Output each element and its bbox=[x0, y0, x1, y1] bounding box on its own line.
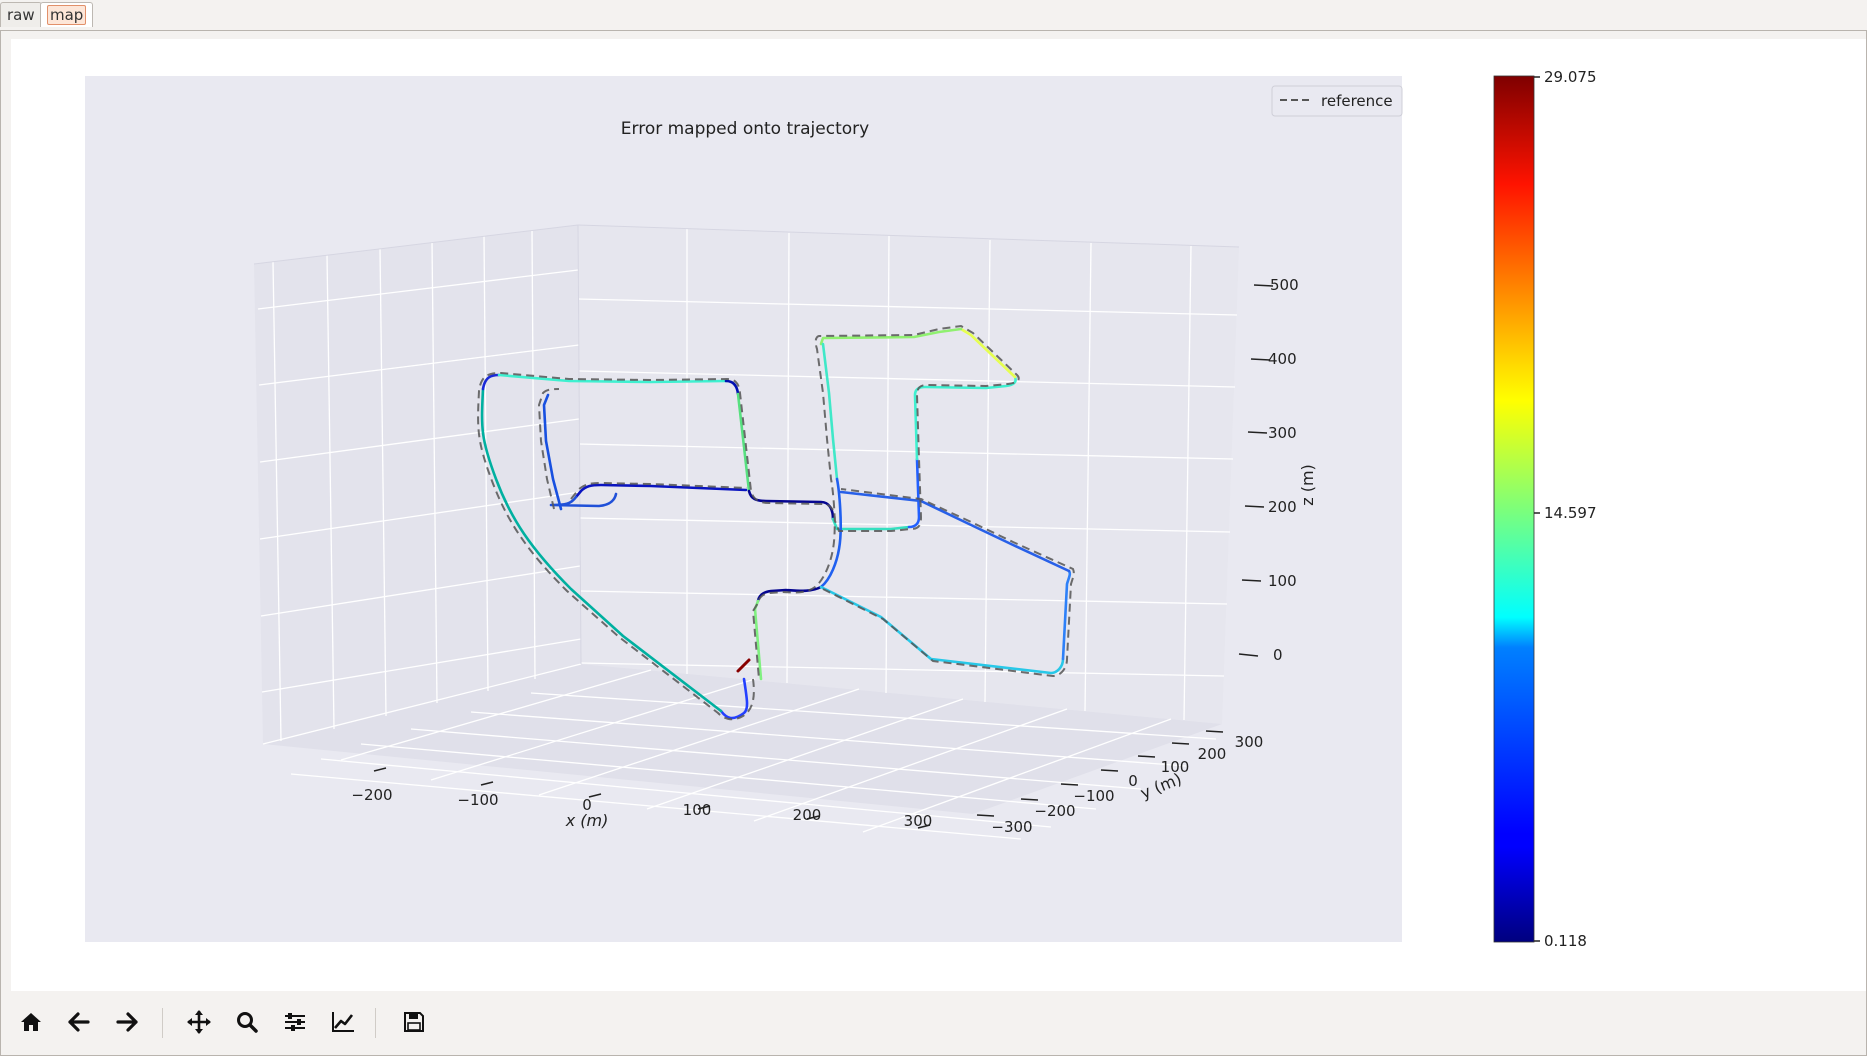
y-tick-label: −300 bbox=[991, 818, 1032, 836]
y-tick-label: 300 bbox=[1235, 733, 1264, 751]
z-tick-label: 0 bbox=[1273, 646, 1283, 664]
figure-canvas: −200 −100 0 100 200 300 x (m) −300 −200 … bbox=[11, 39, 1866, 991]
forward-button[interactable] bbox=[111, 1008, 143, 1036]
x-tick-label: 300 bbox=[904, 812, 933, 830]
pan-button[interactable] bbox=[183, 1008, 215, 1036]
home-icon bbox=[21, 1013, 41, 1031]
toolbar-separator bbox=[162, 1008, 163, 1038]
arrow-left-icon bbox=[68, 1012, 90, 1032]
z-tick-label: 300 bbox=[1268, 424, 1297, 442]
y-tick-label: 0 bbox=[1128, 772, 1138, 790]
tab-bar: raw map bbox=[0, 0, 1867, 30]
navigation-toolbar bbox=[11, 1000, 1866, 1044]
axes-edit-button[interactable] bbox=[327, 1008, 359, 1036]
z-tick-label: 200 bbox=[1268, 498, 1297, 516]
z-tick-label: 100 bbox=[1268, 572, 1297, 590]
tab-raw-label: raw bbox=[7, 6, 35, 24]
colorbar: 29.075 14.597 0.118 bbox=[1493, 68, 1597, 950]
home-button[interactable] bbox=[15, 1008, 47, 1036]
tab-map-label: map bbox=[47, 5, 87, 25]
y-tick-label: 200 bbox=[1198, 745, 1227, 763]
save-button[interactable] bbox=[398, 1008, 430, 1036]
sliders-icon bbox=[285, 1013, 305, 1031]
colorbar-tick-min: 0.118 bbox=[1544, 932, 1587, 950]
tab-raw[interactable]: raw bbox=[0, 2, 42, 27]
z-tick-label: 400 bbox=[1268, 350, 1297, 368]
colorbar-tick-mid: 14.597 bbox=[1544, 504, 1597, 522]
colorbar-gradient bbox=[1493, 75, 1535, 943]
subplots-button[interactable] bbox=[279, 1008, 311, 1036]
line-chart-icon bbox=[332, 1012, 354, 1032]
x-tick-label: −200 bbox=[351, 786, 392, 804]
floppy-disk-icon bbox=[404, 1012, 424, 1032]
legend-label-reference: reference bbox=[1321, 92, 1393, 110]
z-axis-label: z (m) bbox=[1298, 464, 1317, 506]
tab-map[interactable]: map bbox=[40, 2, 94, 27]
colorbar-tick-max: 29.075 bbox=[1544, 68, 1597, 86]
x-tick-label: 200 bbox=[793, 806, 822, 824]
x-tick-label: −100 bbox=[457, 791, 498, 809]
y-tick-label: −200 bbox=[1034, 802, 1075, 820]
chart-title: Error mapped onto trajectory bbox=[621, 119, 869, 139]
legend: reference bbox=[1271, 85, 1403, 117]
x-tick-label: 100 bbox=[683, 801, 712, 819]
y-tick-label: −100 bbox=[1073, 787, 1114, 805]
toolbar-separator bbox=[375, 1008, 376, 1038]
move-icon bbox=[187, 1010, 211, 1034]
zoom-button[interactable] bbox=[231, 1008, 263, 1036]
back-button[interactable] bbox=[63, 1008, 95, 1036]
arrow-right-icon bbox=[116, 1012, 138, 1032]
magnifier-icon bbox=[237, 1012, 258, 1033]
z-tick-label: 500 bbox=[1270, 276, 1299, 294]
x-axis-label: x (m) bbox=[565, 811, 609, 830]
